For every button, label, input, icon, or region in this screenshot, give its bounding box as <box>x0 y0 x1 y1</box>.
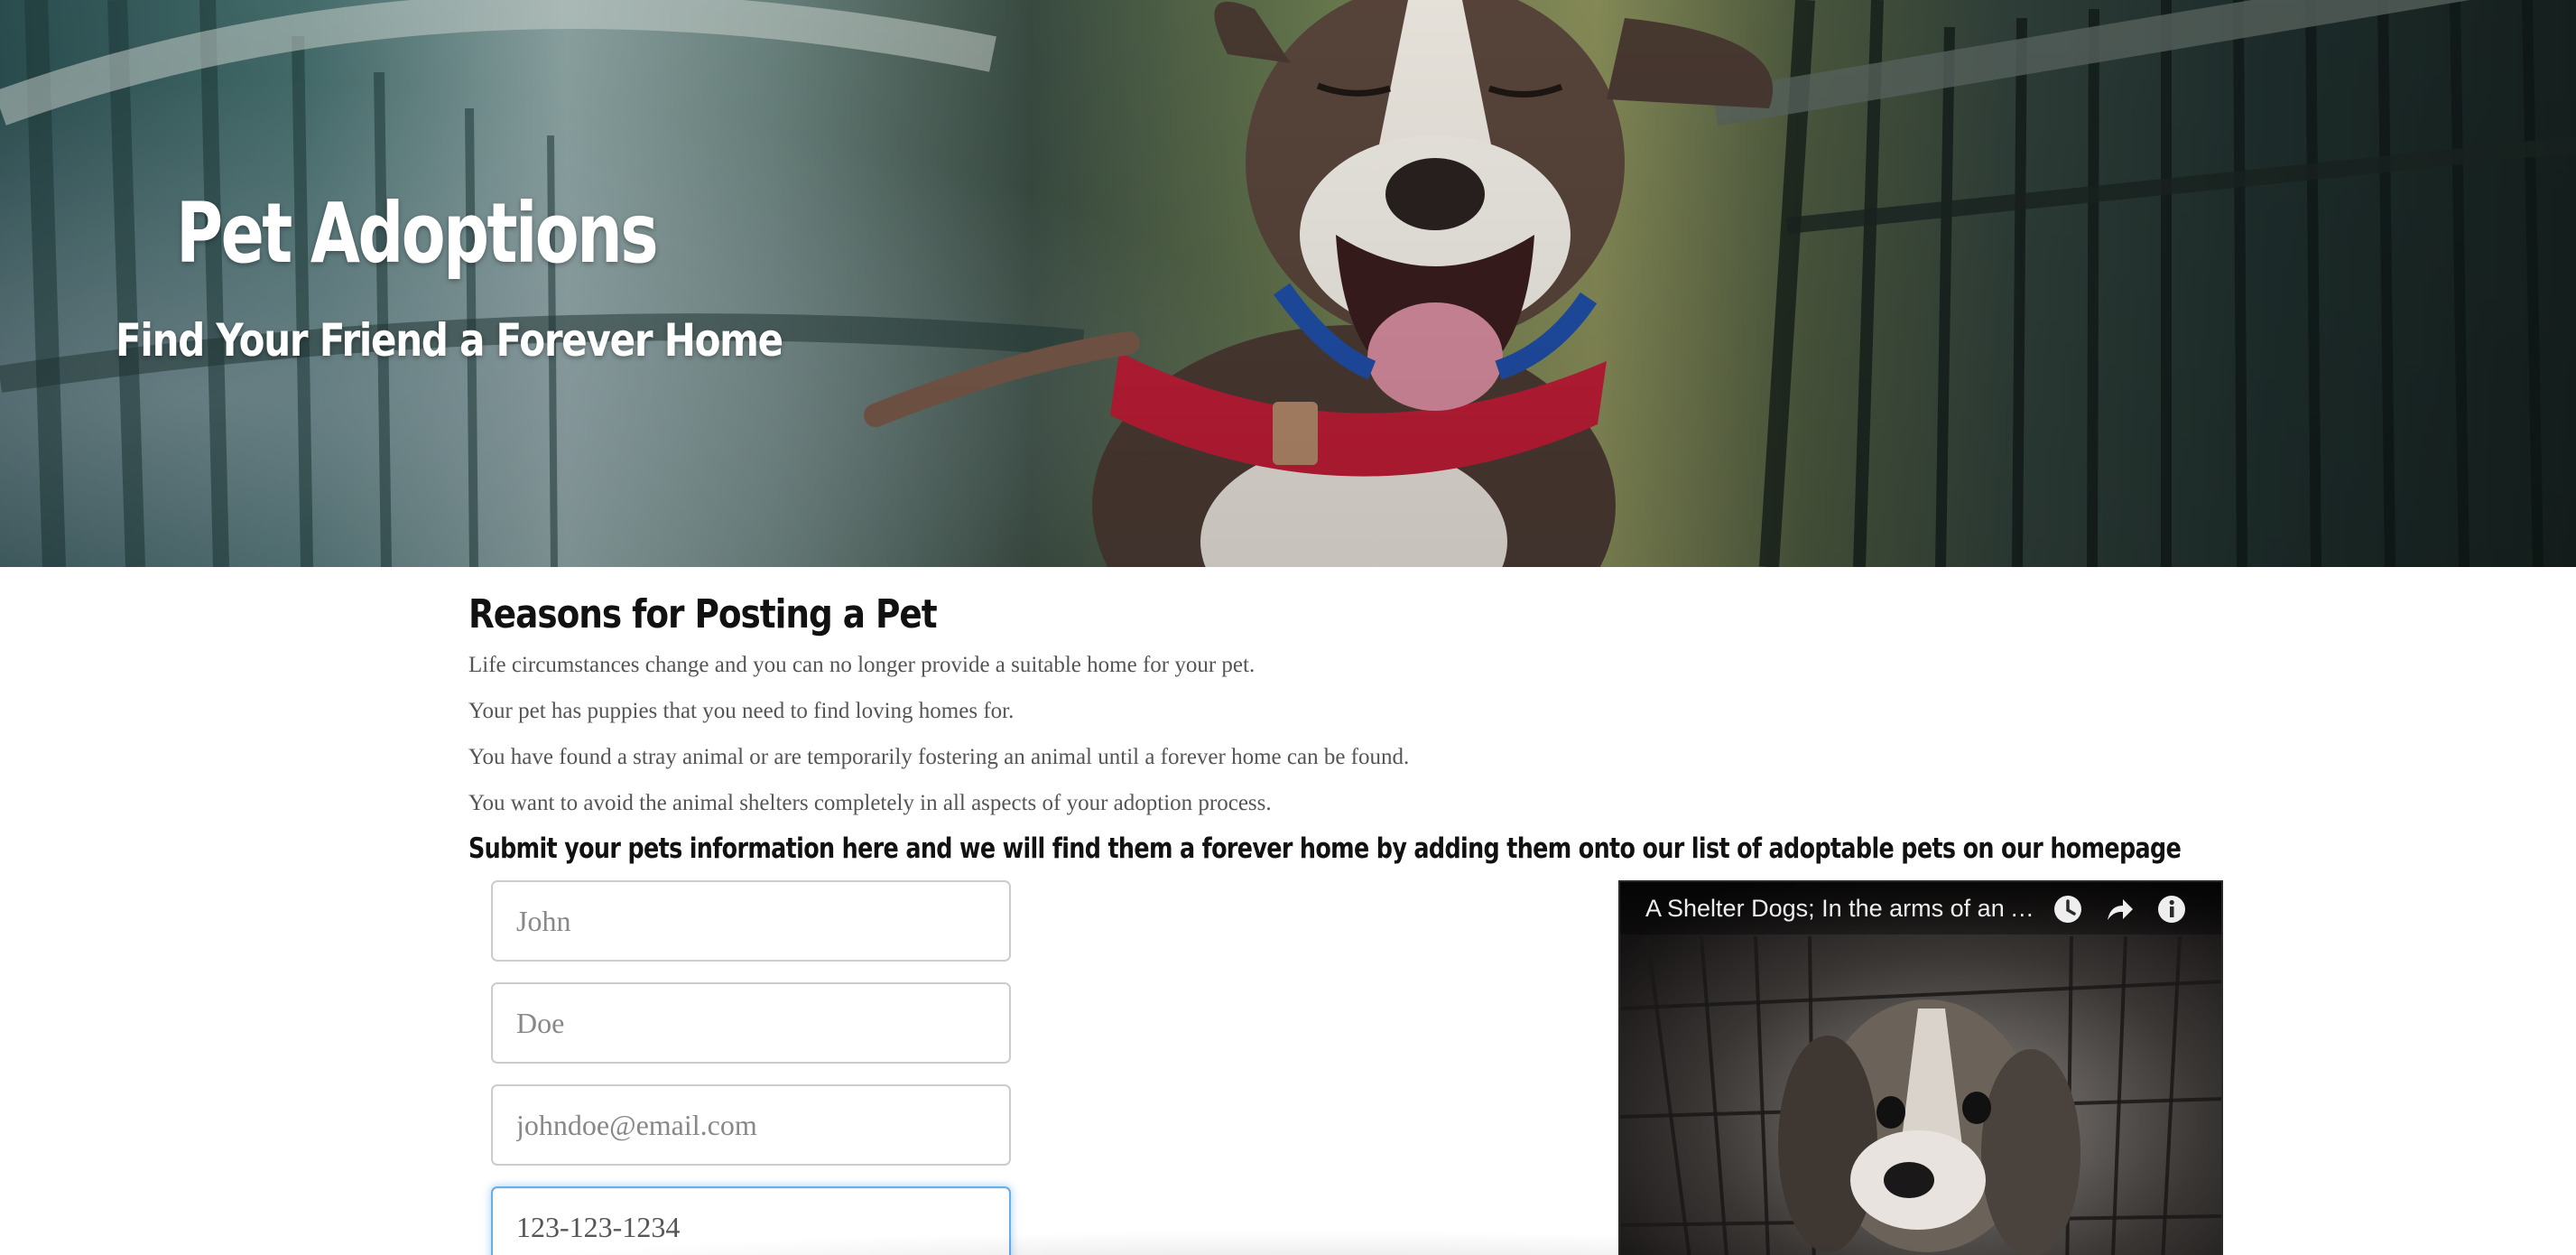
last-name-input[interactable] <box>491 982 1011 1064</box>
video-embed[interactable]: A Shelter Dogs; In the arms of an Angel <box>1618 880 2223 1255</box>
reason-item: Life circumstances change and you can no… <box>468 653 1256 677</box>
phone-input[interactable] <box>491 1186 1011 1255</box>
video-thumbnail[interactable] <box>1620 882 2223 1255</box>
form-intro-text: Submit your pets information here and we… <box>468 832 2182 865</box>
first-name-input[interactable] <box>491 880 1011 962</box>
hero-overlay <box>0 0 2576 567</box>
email-input[interactable] <box>491 1084 1011 1166</box>
reasons-heading: Reasons for Posting a Pet <box>468 591 938 637</box>
page-subtitle: Find Your Friend a Forever Home <box>116 314 783 367</box>
video-title[interactable]: A Shelter Dogs; In the arms of an Angel <box>1645 895 2043 923</box>
hero-banner: Pet Adoptions Find Your Friend a Forever… <box>0 0 2576 567</box>
reason-item: Your pet has puppies that you need to fi… <box>468 699 1015 723</box>
share-icon[interactable] <box>2103 893 2136 925</box>
clock-icon[interactable] <box>2052 893 2084 925</box>
reason-item: You have found a stray animal or are tem… <box>468 745 1410 769</box>
page-title: Pet Adoptions <box>176 185 659 282</box>
reason-item: You want to avoid the animal shelters co… <box>468 791 1272 815</box>
info-icon[interactable] <box>2155 893 2188 925</box>
